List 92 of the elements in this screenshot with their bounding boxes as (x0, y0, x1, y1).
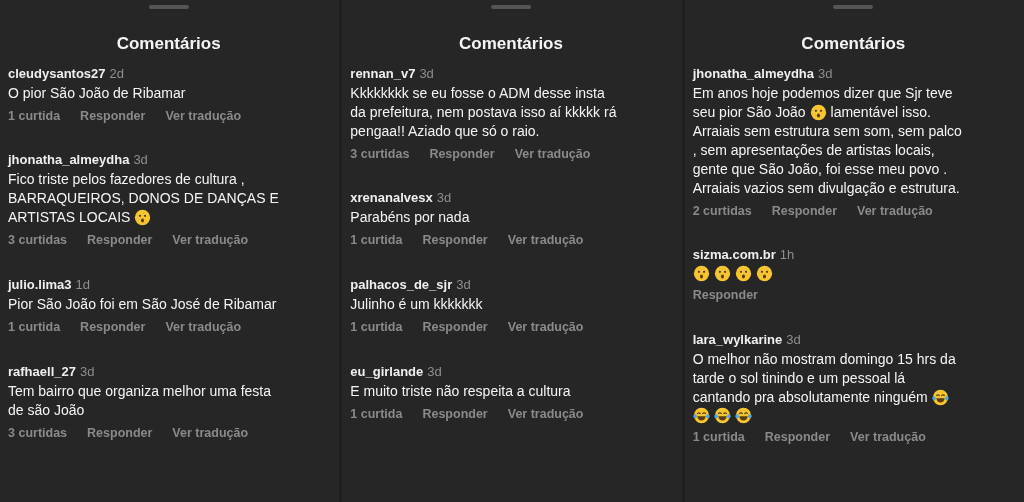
laughing-face-icon (931, 389, 949, 406)
comment-time: 1d (75, 277, 91, 292)
comment-time: 3d (427, 363, 442, 379)
username[interactable]: sizma.com.br (692, 247, 776, 263)
username[interactable]: jhonatha_almeydha (8, 152, 130, 168)
like-count: 1 curtida (350, 319, 403, 336)
like-count: 1 curtida (350, 232, 403, 250)
translate-link[interactable]: Ver tradução (850, 428, 926, 447)
like-count: 3 curtidas (8, 232, 68, 250)
translate-link[interactable]: Ver tradução (507, 231, 584, 250)
username[interactable]: cleudysantos27 (8, 65, 106, 81)
comment-text: de são João (8, 400, 85, 420)
comment-time: 3d (419, 65, 434, 81)
comment-time: 3d (133, 152, 148, 168)
comment-text: Fico triste pelos fazedores de cultura , (8, 170, 245, 190)
comment-text: Parabéns por nada (350, 208, 470, 228)
translate-link[interactable]: Ver tradução (172, 231, 249, 250)
username[interactable]: jhonatha_almeydha (692, 65, 815, 81)
reply-link[interactable]: Responder (429, 144, 495, 164)
reply-link[interactable]: Responder (422, 318, 488, 337)
comment-text: pengaa!! Aziado que só o raio. (350, 121, 540, 141)
comment-time: 3d (818, 65, 833, 81)
comment-text: O pior São João de Ribamar (8, 83, 186, 103)
translate-link[interactable]: Ver tradução (507, 404, 584, 424)
comment-text: O melhor não mostram domingo 15 hrs da (692, 350, 956, 369)
translate-link[interactable]: Ver tradução (165, 106, 242, 126)
username[interactable]: palhacos_de_sjr (350, 277, 453, 292)
username[interactable]: eu_girlande (350, 363, 424, 379)
comment-text: , sem apresentações de artistas locais, (692, 140, 935, 160)
reply-link[interactable]: Responder (692, 286, 758, 305)
comment-time: 3d (436, 190, 452, 206)
comment-text: Arraiais vazios sem divulgação e estrutura. (692, 178, 960, 198)
comment-time: 3d (786, 332, 801, 347)
reply-link[interactable]: Responder (422, 404, 488, 424)
comment-text: ARTISTAS LOCAIS (8, 208, 131, 228)
reply-link[interactable]: Responder (764, 428, 831, 447)
laughing-face-icon (734, 407, 752, 424)
like-count: 3 curtidas (8, 424, 68, 442)
comment-time: 2d (109, 65, 124, 81)
drag-handle[interactable] (148, 5, 189, 9)
translate-link[interactable]: Ver tradução (165, 318, 242, 337)
comment-time: 1h (779, 247, 795, 263)
reply-link[interactable]: Responder (771, 201, 837, 221)
surprised-face-icon (134, 209, 152, 227)
panel-title: Comentários (459, 33, 563, 55)
like-count: 1 curtida (8, 319, 61, 336)
comment-text: Em anos hoje podemos dizer que Sjr teve (692, 83, 953, 103)
translate-link[interactable]: Ver tradução (514, 144, 591, 164)
comment-text: tarde o sol tinindo e um pessoal lá (692, 369, 906, 388)
comment-text: BARRAQUEIROS, DONOS DE DANÇAS E (8, 189, 279, 209)
comment-text: gente que São João, foi esse meu povo . (692, 159, 948, 179)
reply-link[interactable]: Responder (87, 423, 153, 443)
surprised-face-icon (734, 265, 752, 283)
surprised-face-icon (755, 265, 773, 283)
reply-link[interactable]: Responder (87, 231, 153, 250)
surprised-face-icon (809, 103, 827, 121)
reply-link[interactable]: Responder (422, 231, 488, 250)
username[interactable]: xrenanalvesx (350, 190, 433, 206)
translate-link[interactable]: Ver tradução (857, 201, 933, 221)
comment-text: Tem bairro que organiza melhor uma festa (8, 381, 272, 401)
comment-text: da prefeitura, nem postava isso aí kkkkk rá (350, 102, 617, 122)
comment-text: Kkkkkkkk se eu fosse o ADM desse insta (350, 83, 605, 103)
like-count: 2 curtidas (692, 202, 752, 220)
like-count: 3 curtidas (350, 145, 410, 163)
panel-title: Comentários (801, 33, 906, 55)
comment-text: lamentável isso. (830, 102, 931, 122)
surprised-face-icon (713, 265, 731, 283)
username[interactable]: julio.lima3 (8, 277, 72, 292)
comment-text: E muito triste não respeita a cultura (350, 381, 571, 401)
laughing-face-icon (713, 407, 731, 424)
comment-time: 3d (456, 277, 471, 292)
like-count: 1 curtida (350, 405, 403, 423)
username[interactable]: rafhaell_27 (8, 363, 76, 379)
comment-text: seu pior São João (692, 102, 806, 122)
drag-handle[interactable] (833, 5, 874, 9)
reply-link[interactable]: Responder (80, 106, 146, 126)
translate-link[interactable]: Ver tradução (172, 423, 249, 443)
like-count: 1 curtida (8, 107, 61, 125)
username[interactable]: rennan_v7 (350, 65, 416, 81)
surprised-face-icon (692, 265, 710, 283)
reply-link[interactable]: Responder (80, 318, 146, 337)
laughing-face-icon (692, 407, 710, 424)
like-count: 1 curtida (692, 429, 745, 446)
comment-time: 3d (79, 363, 95, 379)
drag-handle[interactable] (491, 5, 531, 9)
panel-title: Comentários (116, 33, 221, 55)
comment-text: Arraiais sem estrutura sem som, sem palco (692, 121, 962, 141)
comment-text: Pior São João foi em São José de Ribamar (8, 295, 277, 314)
translate-link[interactable]: Ver tradução (507, 318, 584, 337)
comment-text: cantando pra absolutamente ninguém (692, 388, 928, 407)
comment-text: Julinho é um kkkkkkk (350, 295, 483, 314)
username[interactable]: lara_wylkarine (692, 332, 783, 347)
